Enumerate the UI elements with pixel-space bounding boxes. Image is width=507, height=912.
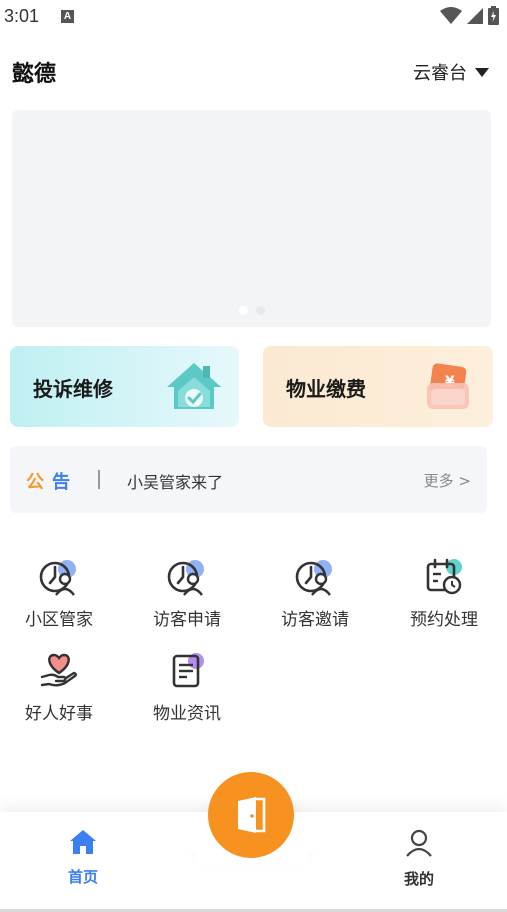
tab-home[interactable]: 首页 — [38, 828, 128, 887]
notice-badge: 公告 — [26, 468, 78, 494]
carousel-dot — [238, 306, 248, 315]
notice-badge-left: 公 — [26, 472, 52, 493]
notice-more-link[interactable]: 更多 > — [424, 470, 471, 491]
yuan-wallet-icon: ¥ — [427, 363, 469, 409]
news-document-icon — [172, 653, 204, 688]
property-payment-card[interactable]: 物业缴费 ¥ — [263, 346, 493, 427]
service-visitor-invite[interactable]: 访客邀请 — [260, 557, 370, 630]
divider — [98, 470, 100, 489]
battery-icon — [488, 6, 499, 25]
carousel-dot — [255, 306, 265, 315]
banner-carousel[interactable] — [12, 110, 491, 327]
service-property-news[interactable]: 物业资讯 — [132, 651, 242, 724]
visitor-apply-icon — [167, 560, 204, 596]
home-icon — [70, 830, 96, 854]
cell-signal-icon — [467, 7, 483, 24]
status-bar: 3:01 A — [0, 0, 507, 34]
status-time: 3:01 — [4, 6, 40, 26]
service-good-deeds[interactable]: 好人好事 — [4, 651, 114, 724]
location-label: 云睿台 — [413, 63, 467, 84]
service-label: 小区管家 — [25, 610, 93, 630]
status-icons — [440, 6, 499, 25]
center-door-button[interactable] — [208, 772, 294, 858]
tab-label: 我的 — [403, 870, 434, 888]
service-reservation[interactable]: 预约处理 — [389, 557, 499, 630]
service-label: 好人好事 — [25, 704, 93, 724]
service-label: 访客邀请 — [281, 610, 349, 630]
notification-a-icon: A — [61, 10, 74, 23]
user-icon — [406, 829, 432, 857]
tab-label: 首页 — [67, 868, 98, 886]
card-label: 物业缴费 — [286, 377, 366, 401]
tab-mine[interactable]: 我的 — [374, 828, 464, 889]
header: 懿德 云睿台 — [0, 50, 507, 94]
calendar-clock-icon — [426, 558, 462, 595]
caret-down-icon — [475, 67, 489, 77]
steward-icon — [39, 560, 76, 596]
carousel-indicator — [12, 306, 491, 315]
visitor-invite-icon — [295, 560, 332, 596]
service-label: 预约处理 — [410, 610, 478, 630]
service-community-steward[interactable]: 小区管家 — [4, 557, 114, 630]
notice-text: 小吴管家来了 — [127, 473, 224, 492]
house-repair-icon — [167, 363, 221, 409]
complaint-repair-card[interactable]: 投诉维修 — [10, 346, 239, 427]
heart-hand-icon — [40, 653, 77, 687]
location-selector[interactable]: 云睿台 — [413, 59, 489, 85]
notice-bar[interactable]: 公告 小吴管家来了 更多 > — [10, 446, 487, 513]
service-label: 物业资讯 — [153, 704, 221, 724]
card-label: 投诉维修 — [33, 377, 113, 401]
community-name: 懿德 — [12, 62, 57, 87]
service-label: 访客申请 — [153, 610, 221, 630]
service-visitor-apply[interactable]: 访客申请 — [132, 557, 242, 630]
door-icon — [238, 797, 266, 833]
notice-badge-right: 告 — [52, 472, 78, 493]
wifi-icon — [440, 6, 462, 24]
